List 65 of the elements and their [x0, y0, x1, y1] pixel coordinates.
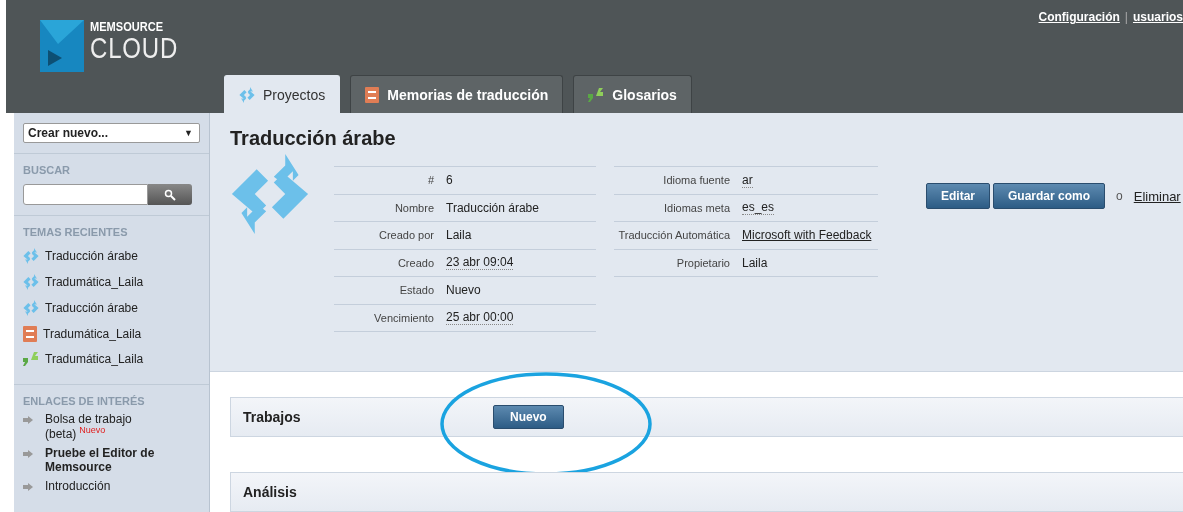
diamond-arrows-icon — [239, 86, 255, 103]
field-label: # — [426, 174, 434, 187]
arrow-icon — [23, 450, 33, 459]
nav-tab[interactable]: Glosarios — [573, 75, 692, 113]
field-value: Traducción árabe — [446, 200, 539, 215]
help-link[interactable]: Bolsa de trabajo (beta) $^{Nuevo}$ — [45, 413, 195, 442]
search-icon — [164, 188, 176, 201]
or-text: o — [1116, 189, 1123, 203]
logo-icon — [40, 20, 84, 72]
diamond-arrows-icon — [23, 300, 39, 316]
field-value: Laila — [742, 255, 768, 270]
field-label: Vencimiento — [373, 311, 434, 324]
project-icon — [230, 154, 310, 234]
project-title: Traducción árabe — [230, 127, 397, 150]
field-label: Nombre — [393, 201, 434, 214]
diamond-arrows-icon — [23, 248, 39, 264]
section-title: Trabajos — [243, 409, 302, 425]
section-title: Análisis — [243, 484, 298, 500]
field-label: Creado — [396, 256, 434, 269]
search-button[interactable] — [148, 184, 192, 205]
logo-text: MEMSOURCE — [90, 20, 165, 33]
field-value: 25 abr 00:00 — [446, 310, 514, 326]
recent-item[interactable]: Tradumática_Laila — [23, 348, 200, 370]
field-label: Propietario — [675, 256, 730, 269]
nav-tab[interactable]: Proyectos — [224, 75, 341, 113]
recent-item[interactable]: Traducción árabe — [23, 244, 200, 268]
quote-icon — [588, 87, 605, 102]
arrow-icon — [23, 416, 33, 424]
diamond-arrows-icon — [23, 274, 39, 290]
field-value: Nuevo — [446, 283, 481, 298]
field-link[interactable]: Microsoft with Feedback — [742, 228, 872, 243]
recent-item[interactable]: Tradumática_Laila — [23, 322, 200, 346]
section-heading: BUSCAR — [23, 164, 72, 176]
caret-icon: ▼ — [184, 128, 193, 138]
new-button[interactable]: Nuevo — [493, 405, 564, 429]
field-value: 6 — [446, 173, 453, 188]
top-link[interactable]: usuarios — [1133, 10, 1183, 24]
help-link[interactable]: Introducción — [45, 479, 195, 493]
action-button[interactable]: Editar — [926, 183, 990, 209]
top-link[interactable]: Configuración — [1038, 10, 1120, 24]
field-label: Creado por — [377, 229, 434, 242]
search-field[interactable] — [23, 184, 148, 205]
field-label: Traducción Automática — [617, 229, 730, 242]
cabinet-icon — [365, 86, 380, 103]
help-link[interactable]: Pruebe el Editor de Memsource — [45, 447, 195, 474]
field-value: ar — [742, 172, 753, 188]
logo-text: CLOUD — [90, 33, 178, 63]
field-label: Estado — [398, 284, 434, 297]
delete-link[interactable]: Eliminar — [1133, 188, 1181, 204]
field-value: es_es — [742, 200, 775, 216]
create-select[interactable]: Crear nuevo... ▼ — [23, 123, 200, 143]
field-label: Idiomas meta — [662, 201, 730, 214]
link-separator: | — [1124, 10, 1128, 24]
field-value: Laila — [446, 228, 472, 243]
nav-tab[interactable]: Memorias de traducción — [350, 75, 564, 113]
recent-item[interactable]: Tradumática_Laila — [23, 270, 200, 294]
section-heading: TEMAS RECIENTES — [23, 226, 129, 238]
recent-item[interactable]: Traducción árabe — [23, 296, 200, 320]
cabinet-icon — [23, 326, 37, 342]
field-value: 23 abr 09:04 — [446, 255, 514, 271]
arrow-icon — [23, 482, 33, 491]
action-button[interactable]: Guardar como — [993, 183, 1106, 209]
quote-icon — [23, 352, 39, 366]
field-label: Idioma fuente — [662, 174, 730, 187]
section-heading: ENLACES DE INTERÉS — [23, 395, 146, 407]
